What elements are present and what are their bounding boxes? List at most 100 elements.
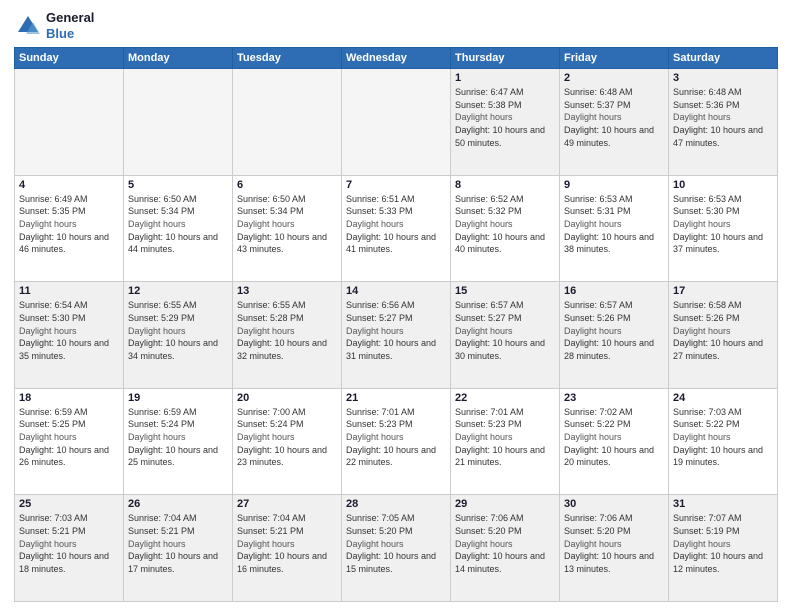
calendar-cell: 11 Sunrise: 6:54 AM Sunset: 5:30 PM Dayl… xyxy=(15,282,124,389)
calendar-cell: 12 Sunrise: 6:55 AM Sunset: 5:29 PM Dayl… xyxy=(124,282,233,389)
daylight-hours-label: Daylight hours xyxy=(19,219,77,229)
calendar-cell: 26 Sunrise: 7:04 AM Sunset: 5:21 PM Dayl… xyxy=(124,495,233,602)
daylight-value: Daylight: 10 hours and 26 minutes. xyxy=(19,445,109,468)
daylight-value: Daylight: 10 hours and 12 minutes. xyxy=(673,551,763,574)
day-info: Sunrise: 6:55 AM Sunset: 5:29 PM Dayligh… xyxy=(128,299,228,362)
daylight-hours-label: Daylight hours xyxy=(673,219,731,229)
calendar-cell: 30 Sunrise: 7:06 AM Sunset: 5:20 PM Dayl… xyxy=(560,495,669,602)
logo-general: General xyxy=(46,10,94,25)
week-row-5: 25 Sunrise: 7:03 AM Sunset: 5:21 PM Dayl… xyxy=(15,495,778,602)
sunrise-label: Sunrise: 6:50 AM xyxy=(128,194,197,204)
sunrise-label: Sunrise: 6:55 AM xyxy=(237,300,306,310)
day-info: Sunrise: 6:55 AM Sunset: 5:28 PM Dayligh… xyxy=(237,299,337,362)
daylight-value: Daylight: 10 hours and 37 minutes. xyxy=(673,232,763,255)
daylight-value: Daylight: 10 hours and 27 minutes. xyxy=(673,338,763,361)
daylight-hours-label: Daylight hours xyxy=(19,326,77,336)
daylight-hours-label: Daylight hours xyxy=(564,219,622,229)
day-info: Sunrise: 6:49 AM Sunset: 5:35 PM Dayligh… xyxy=(19,193,119,256)
daylight-hours-label: Daylight hours xyxy=(128,539,186,549)
calendar-cell: 13 Sunrise: 6:55 AM Sunset: 5:28 PM Dayl… xyxy=(233,282,342,389)
sunrise-label: Sunrise: 6:54 AM xyxy=(19,300,88,310)
sunset-label: Sunset: 5:36 PM xyxy=(673,100,740,110)
daylight-value: Daylight: 10 hours and 41 minutes. xyxy=(346,232,436,255)
calendar-cell: 31 Sunrise: 7:07 AM Sunset: 5:19 PM Dayl… xyxy=(669,495,778,602)
calendar-cell: 9 Sunrise: 6:53 AM Sunset: 5:31 PM Dayli… xyxy=(560,175,669,282)
day-info: Sunrise: 7:07 AM Sunset: 5:19 PM Dayligh… xyxy=(673,512,773,575)
daylight-hours-label: Daylight hours xyxy=(128,219,186,229)
calendar-cell: 17 Sunrise: 6:58 AM Sunset: 5:26 PM Dayl… xyxy=(669,282,778,389)
weekday-header-thursday: Thursday xyxy=(451,48,560,69)
weekday-header-sunday: Sunday xyxy=(15,48,124,69)
day-number: 8 xyxy=(455,179,555,191)
weekday-header-saturday: Saturday xyxy=(669,48,778,69)
calendar-cell: 23 Sunrise: 7:02 AM Sunset: 5:22 PM Dayl… xyxy=(560,388,669,495)
daylight-value: Daylight: 10 hours and 14 minutes. xyxy=(455,551,545,574)
sunrise-label: Sunrise: 6:49 AM xyxy=(19,194,88,204)
sunset-label: Sunset: 5:21 PM xyxy=(237,526,304,536)
sunrise-label: Sunrise: 6:48 AM xyxy=(564,87,633,97)
daylight-value: Daylight: 10 hours and 34 minutes. xyxy=(128,338,218,361)
day-number: 27 xyxy=(237,498,337,510)
sunset-label: Sunset: 5:21 PM xyxy=(128,526,195,536)
day-info: Sunrise: 6:51 AM Sunset: 5:33 PM Dayligh… xyxy=(346,193,446,256)
sunset-label: Sunset: 5:30 PM xyxy=(673,206,740,216)
sunset-label: Sunset: 5:27 PM xyxy=(455,313,522,323)
week-row-4: 18 Sunrise: 6:59 AM Sunset: 5:25 PM Dayl… xyxy=(15,388,778,495)
day-info: Sunrise: 6:57 AM Sunset: 5:26 PM Dayligh… xyxy=(564,299,664,362)
sunset-label: Sunset: 5:38 PM xyxy=(455,100,522,110)
day-number: 13 xyxy=(237,285,337,297)
daylight-value: Daylight: 10 hours and 20 minutes. xyxy=(564,445,654,468)
daylight-value: Daylight: 10 hours and 15 minutes. xyxy=(346,551,436,574)
day-info: Sunrise: 7:04 AM Sunset: 5:21 PM Dayligh… xyxy=(237,512,337,575)
sunrise-label: Sunrise: 7:03 AM xyxy=(19,513,88,523)
sunrise-label: Sunrise: 6:53 AM xyxy=(673,194,742,204)
week-row-1: 1 Sunrise: 6:47 AM Sunset: 5:38 PM Dayli… xyxy=(15,69,778,176)
header: General Blue xyxy=(14,10,778,41)
daylight-value: Daylight: 10 hours and 28 minutes. xyxy=(564,338,654,361)
daylight-value: Daylight: 10 hours and 21 minutes. xyxy=(455,445,545,468)
weekday-header-tuesday: Tuesday xyxy=(233,48,342,69)
day-number: 19 xyxy=(128,392,228,404)
day-number: 17 xyxy=(673,285,773,297)
sunrise-label: Sunrise: 7:06 AM xyxy=(564,513,633,523)
day-info: Sunrise: 7:01 AM Sunset: 5:23 PM Dayligh… xyxy=(455,406,555,469)
sunrise-label: Sunrise: 7:04 AM xyxy=(237,513,306,523)
calendar-cell: 18 Sunrise: 6:59 AM Sunset: 5:25 PM Dayl… xyxy=(15,388,124,495)
calendar-cell: 24 Sunrise: 7:03 AM Sunset: 5:22 PM Dayl… xyxy=(669,388,778,495)
sunset-label: Sunset: 5:34 PM xyxy=(128,206,195,216)
sunrise-label: Sunrise: 6:50 AM xyxy=(237,194,306,204)
sunrise-label: Sunrise: 6:51 AM xyxy=(346,194,415,204)
day-number: 4 xyxy=(19,179,119,191)
sunset-label: Sunset: 5:20 PM xyxy=(346,526,413,536)
daylight-hours-label: Daylight hours xyxy=(455,432,513,442)
day-number: 5 xyxy=(128,179,228,191)
calendar-cell: 14 Sunrise: 6:56 AM Sunset: 5:27 PM Dayl… xyxy=(342,282,451,389)
day-info: Sunrise: 7:06 AM Sunset: 5:20 PM Dayligh… xyxy=(455,512,555,575)
daylight-hours-label: Daylight hours xyxy=(564,539,622,549)
sunrise-label: Sunrise: 6:57 AM xyxy=(455,300,524,310)
daylight-hours-label: Daylight hours xyxy=(455,326,513,336)
calendar-cell: 1 Sunrise: 6:47 AM Sunset: 5:38 PM Dayli… xyxy=(451,69,560,176)
sunrise-label: Sunrise: 6:57 AM xyxy=(564,300,633,310)
day-number: 3 xyxy=(673,72,773,84)
day-number: 31 xyxy=(673,498,773,510)
week-row-2: 4 Sunrise: 6:49 AM Sunset: 5:35 PM Dayli… xyxy=(15,175,778,282)
daylight-value: Daylight: 10 hours and 49 minutes. xyxy=(564,125,654,148)
daylight-value: Daylight: 10 hours and 16 minutes. xyxy=(237,551,327,574)
day-info: Sunrise: 6:52 AM Sunset: 5:32 PM Dayligh… xyxy=(455,193,555,256)
calendar-cell: 5 Sunrise: 6:50 AM Sunset: 5:34 PM Dayli… xyxy=(124,175,233,282)
day-info: Sunrise: 6:48 AM Sunset: 5:36 PM Dayligh… xyxy=(673,86,773,149)
day-info: Sunrise: 6:59 AM Sunset: 5:25 PM Dayligh… xyxy=(19,406,119,469)
daylight-value: Daylight: 10 hours and 46 minutes. xyxy=(19,232,109,255)
daylight-value: Daylight: 10 hours and 38 minutes. xyxy=(564,232,654,255)
day-number: 29 xyxy=(455,498,555,510)
weekday-header-monday: Monday xyxy=(124,48,233,69)
daylight-hours-label: Daylight hours xyxy=(128,326,186,336)
day-info: Sunrise: 7:03 AM Sunset: 5:21 PM Dayligh… xyxy=(19,512,119,575)
daylight-hours-label: Daylight hours xyxy=(455,112,513,122)
sunrise-label: Sunrise: 6:52 AM xyxy=(455,194,524,204)
logo-blue: Blue xyxy=(46,26,74,41)
sunset-label: Sunset: 5:24 PM xyxy=(237,419,304,429)
sunset-label: Sunset: 5:31 PM xyxy=(564,206,631,216)
sunset-label: Sunset: 5:30 PM xyxy=(19,313,86,323)
